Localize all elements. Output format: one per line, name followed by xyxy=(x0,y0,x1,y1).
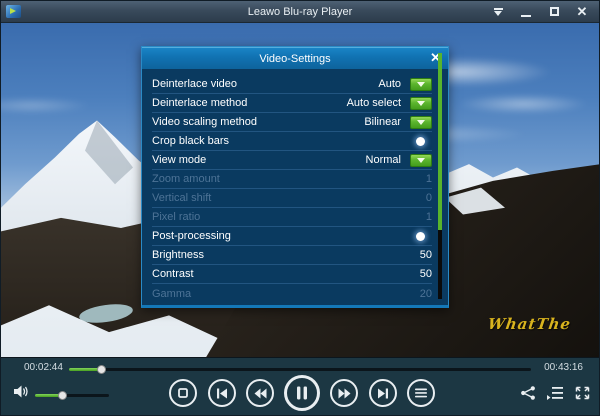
menu-button[interactable] xyxy=(491,5,505,19)
setting-row-pixel-ratio: Pixel ratio 1 xyxy=(152,208,432,227)
setting-row-crop-black-bars: Crop black bars xyxy=(152,132,432,151)
previous-icon xyxy=(216,388,228,399)
video-settings-dialog: Video-Settings ✕ Deinterlace video Auto … xyxy=(141,46,449,308)
playlist-button[interactable] xyxy=(547,386,563,400)
dialog-title: Video-Settings xyxy=(259,53,330,65)
dialog-scrollbar[interactable] xyxy=(438,53,442,299)
setting-value: Bilinear xyxy=(364,116,401,128)
setting-row-zoom-amount: Zoom amount 1 xyxy=(152,170,432,189)
setting-label: Gamma xyxy=(152,288,420,300)
menu-dropdown-icon xyxy=(493,8,504,16)
fullscreen-icon xyxy=(575,386,590,400)
setting-label: Crop black bars xyxy=(152,135,416,147)
speaker-icon xyxy=(14,385,29,398)
fast-forward-button[interactable] xyxy=(330,379,358,407)
title-bar: Leawo Blu-ray Player ✕ xyxy=(1,1,599,23)
scrollbar-thumb[interactable] xyxy=(438,53,442,230)
setting-value: 1 xyxy=(426,173,432,185)
dialog-header: Video-Settings ✕ xyxy=(142,47,448,69)
volume-mute-button[interactable] xyxy=(14,385,29,398)
next-button[interactable] xyxy=(369,379,397,407)
setting-label: Vertical shift xyxy=(152,192,426,204)
setting-row-deinterlace-video: Deinterlace video Auto xyxy=(152,75,432,94)
stop-button[interactable] xyxy=(169,379,197,407)
setting-label: Contrast xyxy=(152,268,420,280)
dialog-body: Deinterlace video Auto Deinterlace metho… xyxy=(142,70,448,305)
minimize-button[interactable] xyxy=(519,5,533,19)
volume-thumb[interactable] xyxy=(58,391,67,400)
setting-row-contrast: Contrast 50 xyxy=(152,265,432,284)
maximize-icon xyxy=(550,7,559,16)
share-button[interactable] xyxy=(520,386,536,400)
setting-row-video-scaling-method: Video scaling method Bilinear xyxy=(152,113,432,132)
setting-value: 0 xyxy=(426,192,432,204)
app-logo-icon xyxy=(6,5,21,18)
pause-button[interactable] xyxy=(284,375,320,411)
toggle-dot[interactable] xyxy=(416,137,425,146)
setting-value: Auto select xyxy=(347,97,401,109)
setting-label: Video scaling method xyxy=(152,116,364,128)
close-button[interactable]: ✕ xyxy=(575,5,589,19)
pause-icon xyxy=(296,386,308,400)
app-window: Leawo Blu-ray Player ✕ WhatThe Video-Set… xyxy=(0,0,600,416)
setting-row-post-processing: Post-processing xyxy=(152,227,432,246)
setting-row-gamma: Gamma 20 xyxy=(152,284,432,303)
rewind-icon xyxy=(254,388,267,399)
setting-value: 50 xyxy=(420,249,432,261)
setting-value: 50 xyxy=(420,268,432,280)
control-bar: 00:02:44 00:43:16 xyxy=(1,357,599,415)
seek-thumb[interactable] xyxy=(97,365,106,374)
rewind-button[interactable] xyxy=(246,379,274,407)
playlist-circle-icon xyxy=(415,388,427,398)
setting-label: Zoom amount xyxy=(152,173,426,185)
setting-label: Pixel ratio xyxy=(152,211,426,223)
setting-label: View mode xyxy=(152,154,366,166)
setting-row-view-mode: View mode Normal xyxy=(152,151,432,170)
stop-icon xyxy=(178,388,188,398)
elapsed-time: 00:02:44 xyxy=(24,362,63,373)
close-icon: ✕ xyxy=(577,5,588,18)
dropdown-button[interactable] xyxy=(410,97,432,110)
playlist-icon xyxy=(547,386,563,400)
cloud-art xyxy=(1,97,91,114)
previous-button[interactable] xyxy=(208,379,236,407)
next-icon xyxy=(377,388,389,399)
setting-label: Deinterlace method xyxy=(152,97,347,109)
playlist-circle-button[interactable] xyxy=(407,379,435,407)
setting-row-brightness: Brightness 50 xyxy=(152,246,432,265)
setting-label: Brightness xyxy=(152,249,420,261)
dropdown-button[interactable] xyxy=(410,154,432,167)
setting-row-deinterlace-method: Deinterlace method Auto select xyxy=(152,94,432,113)
total-duration: 00:43:16 xyxy=(544,362,583,373)
fast-forward-icon xyxy=(338,388,351,399)
dropdown-button[interactable] xyxy=(410,116,432,129)
cloud-art xyxy=(457,94,589,114)
setting-value: 1 xyxy=(426,211,432,223)
toggle-dot[interactable] xyxy=(416,232,425,241)
setting-value: 20 xyxy=(420,288,432,300)
setting-label: Deinterlace video xyxy=(152,78,378,90)
minimize-icon xyxy=(521,15,531,17)
setting-row-vertical-shift: Vertical shift 0 xyxy=(152,189,432,208)
volume-slider[interactable] xyxy=(35,394,109,397)
maximize-button[interactable] xyxy=(547,5,561,19)
setting-label: Post-processing xyxy=(152,230,416,242)
seek-bar[interactable] xyxy=(69,368,531,371)
share-icon xyxy=(520,386,536,400)
video-watermark: WhatThe xyxy=(487,315,573,333)
setting-value: Normal xyxy=(366,154,401,166)
fullscreen-button[interactable] xyxy=(575,386,590,400)
setting-value: Auto xyxy=(378,78,401,90)
dropdown-button[interactable] xyxy=(410,78,432,91)
